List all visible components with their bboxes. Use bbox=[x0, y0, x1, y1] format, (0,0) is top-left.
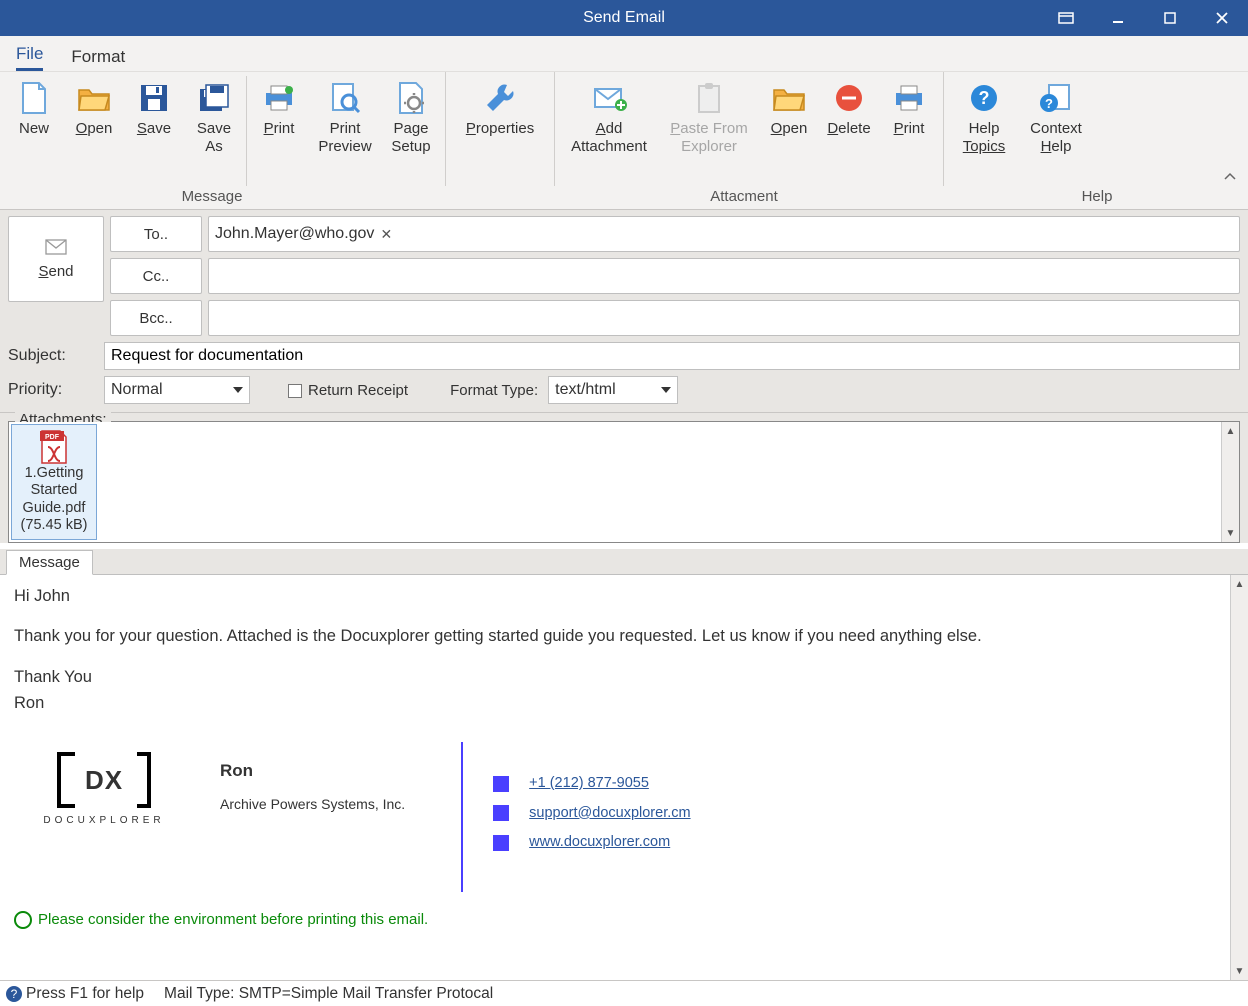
svg-text:?: ? bbox=[1045, 96, 1053, 111]
attachment-print-button[interactable]: Print bbox=[879, 76, 939, 186]
signature-email[interactable]: support@docuxplorer.cm bbox=[529, 804, 690, 824]
brand-name: DOCUXPLORER bbox=[43, 814, 164, 828]
context-help-icon: ? bbox=[1038, 80, 1074, 116]
attachment-delete-button[interactable]: Delete bbox=[819, 76, 879, 186]
printer-icon bbox=[261, 80, 297, 116]
svg-text:PDF: PDF bbox=[45, 434, 60, 441]
to-field[interactable]: John.Mayer@who.gov✕ bbox=[208, 216, 1240, 252]
attachment-add-icon bbox=[591, 80, 627, 116]
scroll-up-icon[interactable]: ▲ bbox=[1231, 575, 1248, 593]
wrench-icon bbox=[482, 80, 518, 116]
message-body[interactable]: Hi John Thank you for your question. Att… bbox=[0, 575, 1230, 980]
editor-area: Hi John Thank you for your question. Att… bbox=[0, 575, 1248, 980]
ribbon-display-icon[interactable] bbox=[1040, 0, 1092, 36]
help-status-icon: ? bbox=[6, 986, 22, 1002]
signature-name: Ron bbox=[220, 760, 405, 783]
attachment-item[interactable]: PDF 1.Getting Started Guide.pdf (75.45 k… bbox=[11, 424, 97, 540]
save-as-icon bbox=[196, 80, 232, 116]
new-button[interactable]: New bbox=[4, 76, 64, 186]
web-icon bbox=[493, 835, 509, 851]
format-type-label: Format Type: bbox=[450, 382, 538, 399]
window-title: Send Email bbox=[583, 9, 665, 27]
signature-company: Archive Powers Systems, Inc. bbox=[220, 795, 405, 814]
signature-divider bbox=[461, 742, 463, 892]
help-icon: ? bbox=[966, 80, 1002, 116]
clipboard-icon bbox=[691, 80, 727, 116]
properties-button[interactable]: Properties bbox=[450, 76, 550, 186]
close-button[interactable] bbox=[1196, 0, 1248, 36]
menu-file[interactable]: File bbox=[16, 44, 43, 71]
minimize-button[interactable] bbox=[1092, 0, 1144, 36]
page-setup-icon bbox=[393, 80, 429, 116]
title-bar: Send Email bbox=[0, 0, 1248, 36]
return-receipt-checkbox[interactable]: Return Receipt bbox=[288, 382, 408, 399]
envelope-icon bbox=[45, 239, 67, 255]
attachments-scrollbar[interactable]: ▲ ▼ bbox=[1221, 422, 1239, 542]
folder-open-icon bbox=[771, 80, 807, 116]
scroll-up-icon[interactable]: ▲ bbox=[1222, 422, 1239, 440]
attachment-open-button[interactable]: Open bbox=[759, 76, 819, 186]
editor-scrollbar[interactable]: ▲ ▼ bbox=[1230, 575, 1248, 980]
scroll-down-icon[interactable]: ▼ bbox=[1231, 962, 1248, 980]
magnifier-icon bbox=[327, 80, 363, 116]
svg-text:?: ? bbox=[979, 88, 990, 108]
status-bar: ?Press F1 for help Mail Type: SMTP=Simpl… bbox=[0, 980, 1248, 1006]
status-help: Press F1 for help bbox=[26, 985, 144, 1002]
pdf-icon: PDF bbox=[34, 427, 74, 465]
print-preview-button[interactable]: PrintPreview bbox=[309, 76, 381, 186]
scroll-down-icon[interactable]: ▼ bbox=[1222, 524, 1239, 542]
save-icon bbox=[136, 80, 172, 116]
subject-input[interactable] bbox=[104, 342, 1240, 370]
print-button[interactable]: Print bbox=[249, 76, 309, 186]
group-label-attachment: Attacment bbox=[542, 186, 946, 209]
menu-format[interactable]: Format bbox=[71, 47, 125, 71]
window-controls bbox=[1040, 0, 1248, 36]
cc-field[interactable] bbox=[208, 258, 1240, 294]
group-label-help: Help bbox=[946, 186, 1248, 209]
add-attachment-button[interactable]: AddAttachment bbox=[559, 76, 659, 186]
open-button[interactable]: Open bbox=[64, 76, 124, 186]
save-as-button[interactable]: SaveAs bbox=[184, 76, 244, 186]
header-fields: Send To.. John.Mayer@who.gov✕ Cc.. Bcc..… bbox=[0, 210, 1248, 413]
group-label-message: Message bbox=[0, 186, 424, 209]
cc-button[interactable]: Cc.. bbox=[110, 258, 202, 294]
signature: DX DOCUXPLORER Ron Archive Powers System… bbox=[14, 742, 1216, 892]
recipient-chip[interactable]: John.Mayer@who.gov✕ bbox=[215, 225, 392, 243]
globe-icon bbox=[14, 911, 32, 929]
remove-recipient-icon[interactable]: ✕ bbox=[380, 226, 392, 243]
priority-select[interactable]: Normal bbox=[104, 376, 250, 404]
signature-web[interactable]: www.docuxplorer.com bbox=[529, 833, 670, 853]
printer-icon bbox=[891, 80, 927, 116]
to-button[interactable]: To.. bbox=[110, 216, 202, 252]
new-file-icon bbox=[16, 80, 52, 116]
ribbon: New Open Save SaveAs Print bbox=[0, 72, 1248, 210]
bcc-field[interactable] bbox=[208, 300, 1240, 336]
attachments-panel: Attachments: PDF 1.Getting Started Guide… bbox=[8, 421, 1240, 543]
signature-phone[interactable]: +1 (212) 877-9055 bbox=[529, 774, 649, 794]
page-setup-button[interactable]: PageSetup bbox=[381, 76, 441, 186]
send-button[interactable]: Send bbox=[8, 216, 104, 302]
menu-bar: File Format bbox=[0, 36, 1248, 72]
maximize-button[interactable] bbox=[1144, 0, 1196, 36]
collapse-ribbon-icon[interactable] bbox=[1224, 172, 1236, 180]
help-topics-button[interactable]: ? HelpTopics bbox=[948, 76, 1020, 186]
phone-icon bbox=[493, 776, 509, 792]
bcc-button[interactable]: Bcc.. bbox=[110, 300, 202, 336]
tab-message[interactable]: Message bbox=[6, 550, 93, 575]
save-button[interactable]: Save bbox=[124, 76, 184, 186]
folder-open-icon bbox=[76, 80, 112, 116]
priority-label: Priority: bbox=[8, 381, 94, 399]
context-help-button[interactable]: ? ContextHelp bbox=[1020, 76, 1092, 186]
format-type-select[interactable]: text/html bbox=[548, 376, 678, 404]
subject-label: Subject: bbox=[8, 347, 94, 365]
email-icon bbox=[493, 805, 509, 821]
paste-from-explorer-button[interactable]: Paste FromExplorer bbox=[659, 76, 759, 186]
delete-icon bbox=[831, 80, 867, 116]
status-mail-type: Mail Type: SMTP=Simple Mail Transfer Pro… bbox=[164, 985, 493, 1003]
editor-tabs: Message bbox=[0, 549, 1248, 575]
environment-note: Please consider the environment before p… bbox=[14, 910, 1216, 930]
logo-icon: DX bbox=[57, 752, 151, 808]
